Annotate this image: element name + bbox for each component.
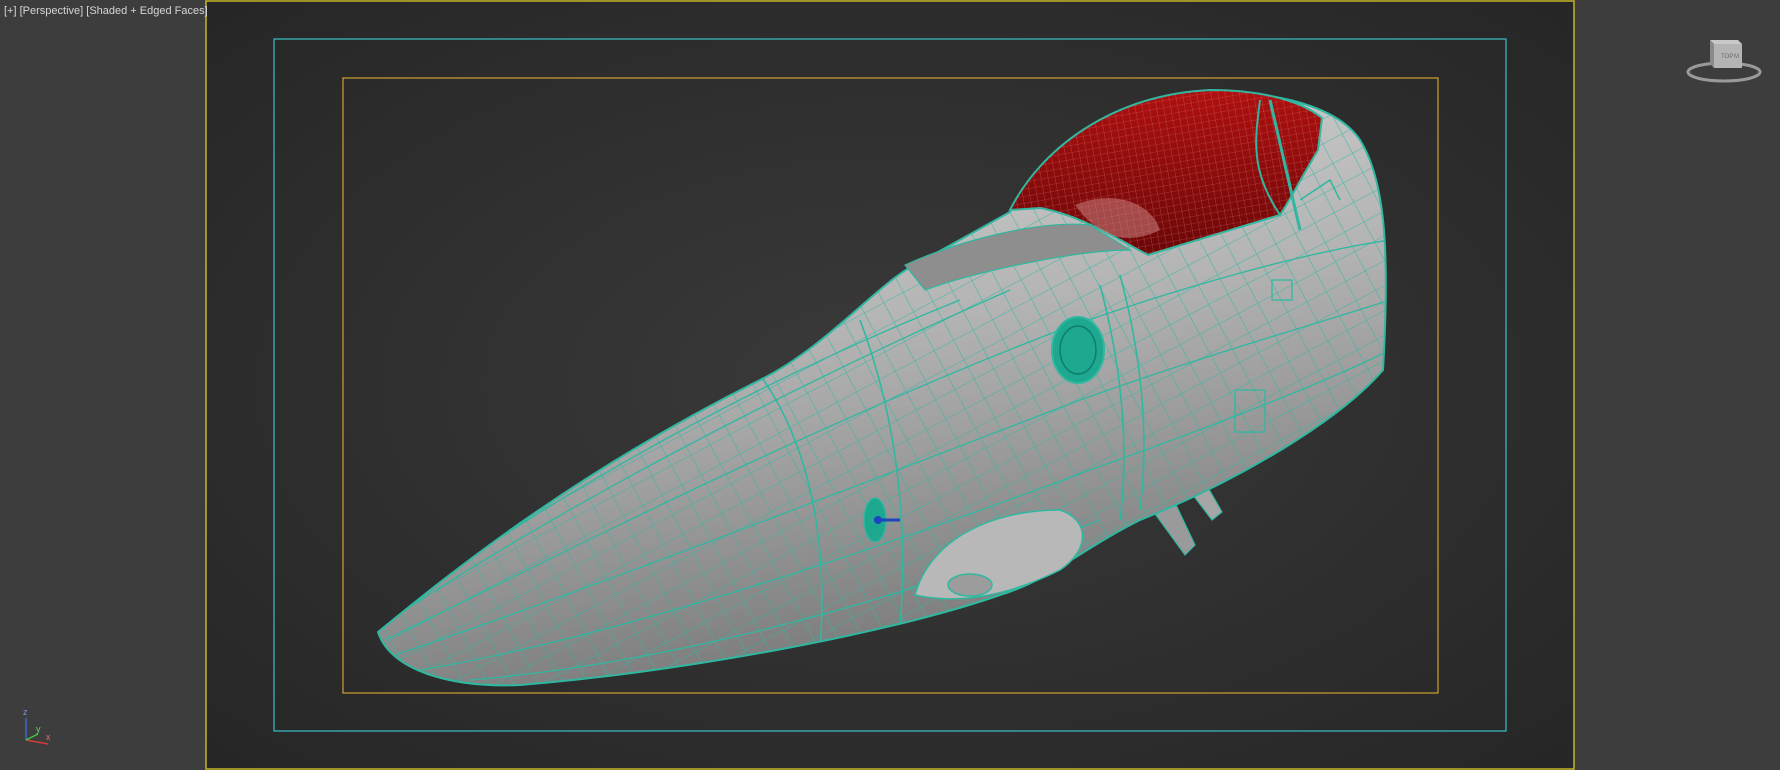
viewport-perspective[interactable]: [+] [Perspective] [Shaded + Edged Faces]… <box>0 0 1780 770</box>
viewcube-face-label: TOP <box>1721 54 1733 60</box>
scene-render[interactable] <box>0 0 1780 770</box>
axis-x-label: x <box>46 732 51 742</box>
axis-y-label: y <box>36 724 41 734</box>
viewcube-front-face[interactable] <box>1710 40 1714 68</box>
viewport-menu-plus[interactable]: [+] <box>4 5 17 17</box>
viewcube-face-label-back: M <box>1734 54 1739 60</box>
axis-y-line <box>25 733 39 741</box>
viewcube[interactable]: TOP M <box>1686 30 1762 86</box>
axis-tripod: z x y <box>23 707 51 745</box>
viewport-label: [+] [Perspective] [Shaded + Edged Faces] <box>4 3 208 19</box>
axis-z-label: z <box>23 707 28 717</box>
viewcube-top-face[interactable] <box>1710 40 1742 44</box>
viewport-menu-view[interactable]: [Perspective] <box>20 5 84 17</box>
viewport-menu-shading[interactable]: [Shaded + Edged Faces] <box>86 5 207 17</box>
axis-x-line <box>25 739 49 745</box>
